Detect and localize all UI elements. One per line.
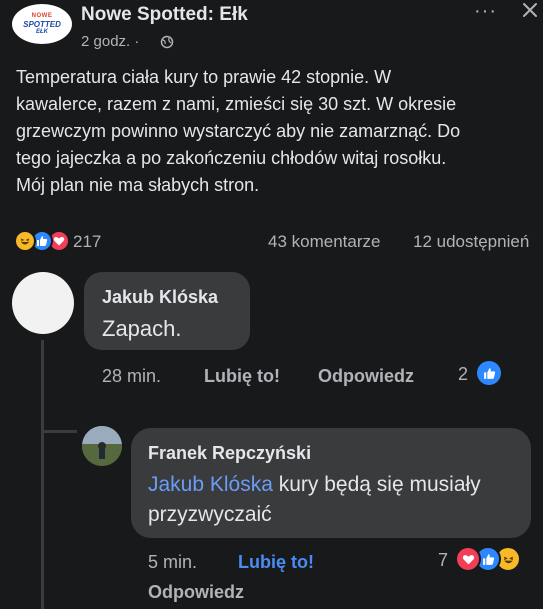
- comment-text: Zapach.: [102, 316, 182, 341]
- globe-icon: [160, 35, 174, 49]
- avatar[interactable]: [12, 272, 74, 334]
- like-button[interactable]: Lubię to!: [204, 366, 280, 387]
- post-text: Temperatura ciała kury to prawie 42 stop…: [16, 67, 461, 195]
- mention-link[interactable]: Jakub Klóska: [148, 473, 273, 496]
- comment-text: Jakub Klóska kury będą się musiały przyz…: [148, 470, 518, 530]
- page-name[interactable]: Nowe Spotted: Ełk: [81, 4, 248, 26]
- love-reaction-icon: [455, 546, 481, 572]
- reactions-count[interactable]: 217: [73, 232, 101, 252]
- reply-button[interactable]: Odpowiedz: [148, 582, 244, 603]
- comment-timestamp[interactable]: 5 min.: [148, 552, 197, 573]
- reply-thread-connector: [41, 430, 77, 433]
- logo-line1: NOWE: [31, 12, 53, 19]
- comment-reaction-count[interactable]: 2: [458, 364, 468, 385]
- comments-count[interactable]: 43 komentarze: [268, 232, 380, 252]
- post-timestamp[interactable]: 2 godz. ·: [81, 33, 139, 50]
- logo-line2: SPOTTED: [23, 19, 61, 29]
- haha-reaction-icon: [14, 230, 36, 252]
- avatar[interactable]: [82, 426, 122, 466]
- comment-reaction-count[interactable]: 7: [438, 550, 448, 571]
- like-reaction-icon[interactable]: [477, 361, 501, 385]
- comment-reactions[interactable]: [455, 546, 535, 572]
- page-avatar[interactable]: NOWE SPOTTED EŁK: [12, 4, 72, 44]
- like-button[interactable]: Lubię to!: [238, 552, 314, 573]
- comment-author[interactable]: Franek Repczyński: [148, 443, 311, 464]
- shares-count[interactable]: 12 udostępnień: [413, 232, 529, 252]
- more-icon[interactable]: ···: [474, 0, 497, 23]
- close-icon[interactable]: [520, 0, 540, 20]
- logo-line3: EŁK: [36, 28, 48, 35]
- reply-thread-line: [41, 340, 44, 609]
- reply-button[interactable]: Odpowiedz: [318, 366, 414, 387]
- comment-author[interactable]: Jakub Klóska: [102, 287, 218, 308]
- comment-timestamp[interactable]: 28 min.: [102, 366, 161, 387]
